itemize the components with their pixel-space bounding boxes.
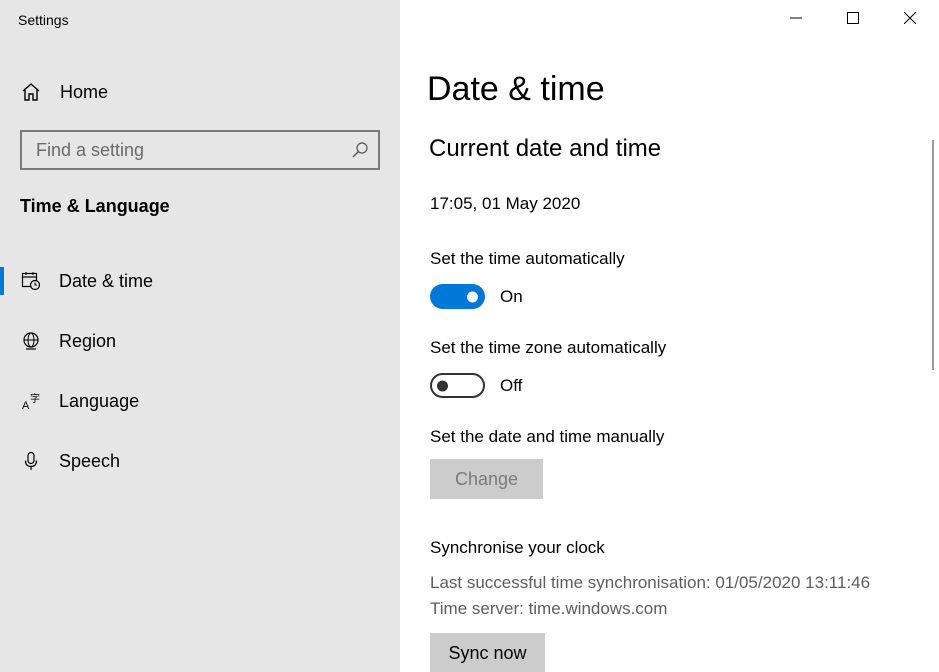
auto-timezone-label: Set the time zone automatically (430, 338, 667, 357)
minimize-button[interactable] (773, 0, 819, 40)
auto-timezone-toggle[interactable] (430, 373, 485, 398)
sync-now-button[interactable]: Sync now (430, 633, 545, 672)
change-button[interactable]: Change (430, 459, 543, 499)
sidebar-item-language[interactable]: A字 Language (0, 381, 400, 421)
section-title: Current date and time (429, 135, 662, 162)
sidebar-item-region[interactable]: Region (0, 321, 400, 361)
sidebar-item-label: Date & time (59, 270, 154, 291)
time-server-text: Time server: time.windows.com (430, 599, 668, 618)
sidebar-item-label: Speech (59, 450, 121, 471)
sidebar-section-title: Time & Language (20, 196, 170, 216)
sidebar-item-label: Region (59, 330, 117, 351)
auto-time-toggle[interactable] (430, 284, 485, 309)
home-nav-item[interactable]: Home (20, 78, 108, 106)
auto-timezone-state: Off (500, 375, 523, 395)
scrollbar[interactable] (932, 140, 934, 370)
close-button[interactable] (887, 0, 933, 40)
selection-indicator (0, 267, 4, 295)
auto-timezone-toggle-row[interactable]: Off (430, 373, 522, 398)
language-icon: A字 (20, 390, 42, 412)
search-box[interactable] (20, 130, 380, 170)
settings-window: Settings Home Time & Language Date & tim… (0, 0, 939, 672)
close-icon (903, 11, 917, 29)
current-datetime: 17:05, 01 May 2020 (430, 194, 581, 213)
last-sync-text: Last successful time synchronisation: 01… (430, 573, 871, 592)
maximize-button[interactable] (830, 0, 876, 40)
calendar-clock-icon (20, 270, 42, 292)
minimize-icon (790, 11, 802, 29)
page-title: Date & time (427, 70, 605, 108)
home-label: Home (60, 81, 109, 102)
search-input[interactable] (22, 139, 342, 161)
app-title: Settings (18, 12, 69, 28)
search-icon[interactable] (342, 132, 378, 168)
sidebar-item-label: Language (59, 390, 140, 411)
globe-icon (20, 330, 42, 352)
svg-text:A: A (22, 400, 30, 411)
sidebar-item-date-time[interactable]: Date & time (0, 261, 400, 301)
maximize-icon (847, 11, 859, 29)
svg-text:字: 字 (30, 392, 40, 405)
auto-time-label: Set the time automatically (430, 249, 625, 268)
toggle-knob (437, 380, 448, 391)
sidebar-item-speech[interactable]: Speech (0, 441, 400, 481)
main-pane: Date & time Current date and time 17:05,… (400, 0, 939, 672)
sidebar: Settings Home Time & Language Date & tim… (0, 0, 400, 672)
sync-title: Synchronise your clock (430, 538, 605, 557)
auto-time-toggle-row[interactable]: On (430, 284, 523, 309)
manual-time-label: Set the date and time manually (430, 427, 665, 446)
home-icon (20, 81, 42, 103)
toggle-knob (467, 291, 478, 302)
auto-time-state: On (500, 286, 523, 306)
microphone-icon (20, 450, 42, 472)
